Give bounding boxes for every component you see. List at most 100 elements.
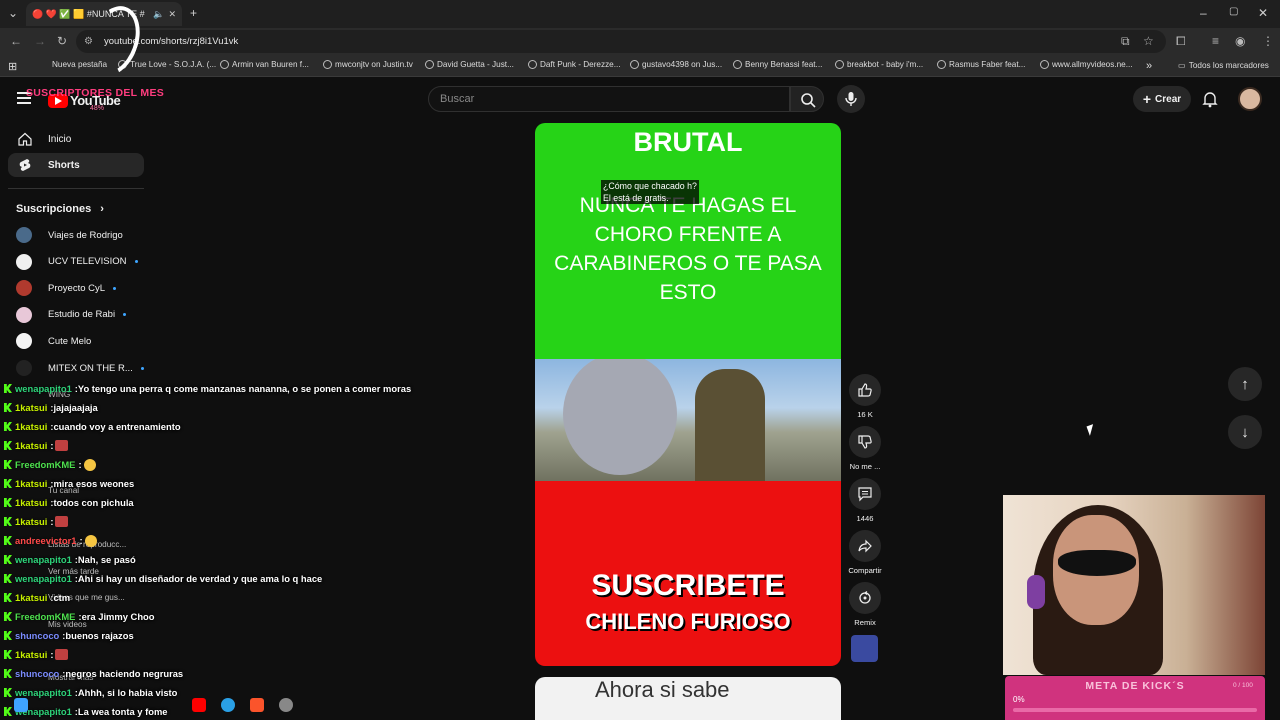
short-video-frame: [535, 359, 841, 481]
bookmark-item[interactable]: True Love - S.O.J.A. (...: [118, 60, 216, 69]
tab-list-icon[interactable]: ⌄: [8, 6, 18, 20]
new-tab-icon[interactable]: +: [190, 6, 197, 20]
arrow-down-icon: ↓: [1241, 423, 1249, 441]
chat-text: era Jimmy Choo: [81, 611, 155, 622]
reload-icon[interactable]: ↻: [57, 34, 67, 48]
sidebar-item-inicio[interactable]: Inicio: [8, 127, 144, 151]
globe-icon: [937, 60, 946, 69]
chat-emote-icon: [83, 458, 96, 471]
kick-badge-icon: [4, 612, 12, 621]
subscription-item[interactable]: Viajes de Rodrigo: [16, 226, 123, 244]
browser-menu-icon[interactable]: ⋮: [1262, 34, 1274, 48]
subs-of-month-percent: 48%: [90, 105, 105, 112]
bookmark-item[interactable]: Benny Benassi feat...: [733, 60, 822, 69]
share-button[interactable]: Compartir: [848, 530, 882, 575]
forward-icon[interactable]: →: [34, 34, 46, 48]
chat-username: andreevictor1: [15, 535, 77, 546]
next-short-button[interactable]: ↓: [1228, 415, 1262, 449]
bookmarks-folder[interactable]: ▭ Todos los marcadores: [1178, 60, 1269, 71]
channel-avatar: [16, 280, 32, 297]
bookmark-item[interactable]: mwconjtv on Justin.tv: [323, 60, 413, 69]
chat-username: FreedomKME: [15, 459, 76, 470]
chat-message: andreevictor1 :: [0, 531, 440, 550]
bookmark-star-icon[interactable]: ☆: [1143, 34, 1154, 48]
kick-goal-progress-text: 0%: [1013, 695, 1025, 704]
tab-audio-icon[interactable]: 🔈: [153, 9, 164, 20]
chat-username: 1katsui: [15, 478, 48, 489]
settings-icon[interactable]: [279, 698, 293, 712]
install-app-icon[interactable]: ⧉: [1121, 34, 1130, 49]
bookmark-item[interactable]: David Guetta - Just...: [425, 60, 514, 69]
subscription-item[interactable]: Estudio de Rabi: [16, 306, 127, 324]
channel-name: Estudio de Rabi: [48, 309, 116, 321]
windows-start-icon[interactable]: [14, 698, 28, 712]
remix-button[interactable]: Remix: [849, 582, 881, 627]
audio-thumbnail[interactable]: [851, 635, 878, 662]
account-avatar[interactable]: [1238, 87, 1262, 111]
like-button[interactable]: 16 K: [849, 374, 881, 419]
search-input[interactable]: Buscar: [428, 86, 790, 112]
chrome-icon[interactable]: [221, 698, 235, 712]
chat-text: Nah, se pasó: [77, 554, 136, 565]
chat-message: 1katsui : ctm: [0, 588, 440, 607]
microphone-icon: [845, 92, 857, 106]
chat-message: 1katsui :: [0, 645, 440, 664]
chat-emote-icon: [84, 534, 97, 547]
globe-icon: [323, 60, 332, 69]
brave-icon[interactable]: [250, 698, 264, 712]
bookmarks-overflow-icon[interactable]: »: [1146, 60, 1152, 72]
bookmark-item[interactable]: Rasmus Faber feat...: [937, 60, 1025, 69]
bookmark-item[interactable]: gustavo4398 on Jus...: [630, 60, 722, 69]
chat-username: 1katsui: [15, 402, 48, 413]
short-video-player[interactable]: BRUTAL NUNCA TE HAGAS EL CHORO FRENTE A …: [535, 123, 841, 666]
next-short-preview[interactable]: Ahora si sabe: [535, 677, 841, 720]
minimize-icon[interactable]: –: [1200, 6, 1207, 20]
window-close-icon[interactable]: ✕: [1258, 6, 1268, 20]
comments-button[interactable]: 1446: [849, 478, 881, 523]
subscription-item[interactable]: MITEX ON THE R...: [16, 359, 144, 377]
apps-grid-icon[interactable]: ⊞: [8, 60, 17, 73]
blur-circle: [563, 359, 677, 475]
profile-icon[interactable]: ◉: [1235, 34, 1245, 48]
subscription-item[interactable]: Cute Melo: [16, 332, 91, 350]
url-field[interactable]: ⚙ youtube.com/shorts/rzj8i1Vu1vk: [76, 30, 1166, 53]
back-icon[interactable]: ←: [10, 34, 22, 48]
bookmark-item[interactable]: breakbot - baby i'm...: [835, 60, 923, 69]
bookmarks-bar: ⊞ Nueva pestaña True Love - S.O.J.A. (..…: [0, 55, 1280, 77]
channel-avatar: [16, 333, 32, 350]
maximize-icon[interactable]: ▢: [1229, 6, 1238, 17]
short-headline: NUNCA TE HAGAS EL CHORO FRENTE A CARABIN…: [554, 194, 822, 304]
dislike-button[interactable]: No me ...: [849, 426, 881, 471]
chat-separator: :: [50, 649, 54, 660]
chat-separator: :: [50, 516, 54, 527]
notifications-bell-icon[interactable]: [1202, 90, 1218, 108]
bookmark-item[interactable]: Armin van Buuren f...: [220, 60, 309, 69]
kick-badge-icon: [4, 384, 12, 393]
folder-icon: ▭: [1178, 61, 1186, 70]
subscriptions-header[interactable]: Suscripciones ›: [16, 203, 104, 215]
sidebar-item-shorts[interactable]: Shorts: [8, 153, 144, 177]
headphone-icon: [1027, 575, 1045, 609]
bookmark-item[interactable]: www.allmyvideos.ne...: [1040, 60, 1133, 69]
browser-tabstrip: ⌄ 🔴 ❤️ ✅ 🟨 #NUNCA TE # 🔈 ✕ + – ▢ ✕: [0, 0, 1280, 28]
chat-text: ctm: [53, 592, 71, 603]
youtube-app-icon[interactable]: [192, 698, 206, 712]
kick-goal-progress-bar: [1013, 708, 1257, 712]
chat-message: 1katsui : jajajaajaja: [0, 398, 440, 417]
bookmark-item[interactable]: Daft Punk - Derezze...: [528, 60, 621, 69]
create-button[interactable]: + Crear: [1133, 86, 1191, 112]
voice-search-button[interactable]: [837, 85, 865, 113]
media-control-icon[interactable]: ≡: [1212, 34, 1219, 48]
kick-badge-icon: [4, 574, 12, 583]
subscription-item[interactable]: Proyecto CyL: [16, 279, 117, 297]
arrow-up-icon: ↑: [1241, 375, 1249, 393]
screen: ⌄ 🔴 ❤️ ✅ 🟨 #NUNCA TE # 🔈 ✕ + – ▢ ✕ ← → ↻…: [0, 0, 1280, 720]
tab-close-icon[interactable]: ✕: [168, 9, 176, 20]
extensions-icon[interactable]: ⧠: [1176, 34, 1186, 49]
chat-text: negros haciendo negruras: [65, 668, 184, 679]
subscription-item[interactable]: UCV TELEVISION: [16, 253, 138, 271]
chat-username: wenapapito1: [15, 554, 72, 565]
search-button[interactable]: [790, 86, 824, 112]
plus-icon: +: [1142, 91, 1152, 107]
previous-short-button[interactable]: ↑: [1228, 367, 1262, 401]
